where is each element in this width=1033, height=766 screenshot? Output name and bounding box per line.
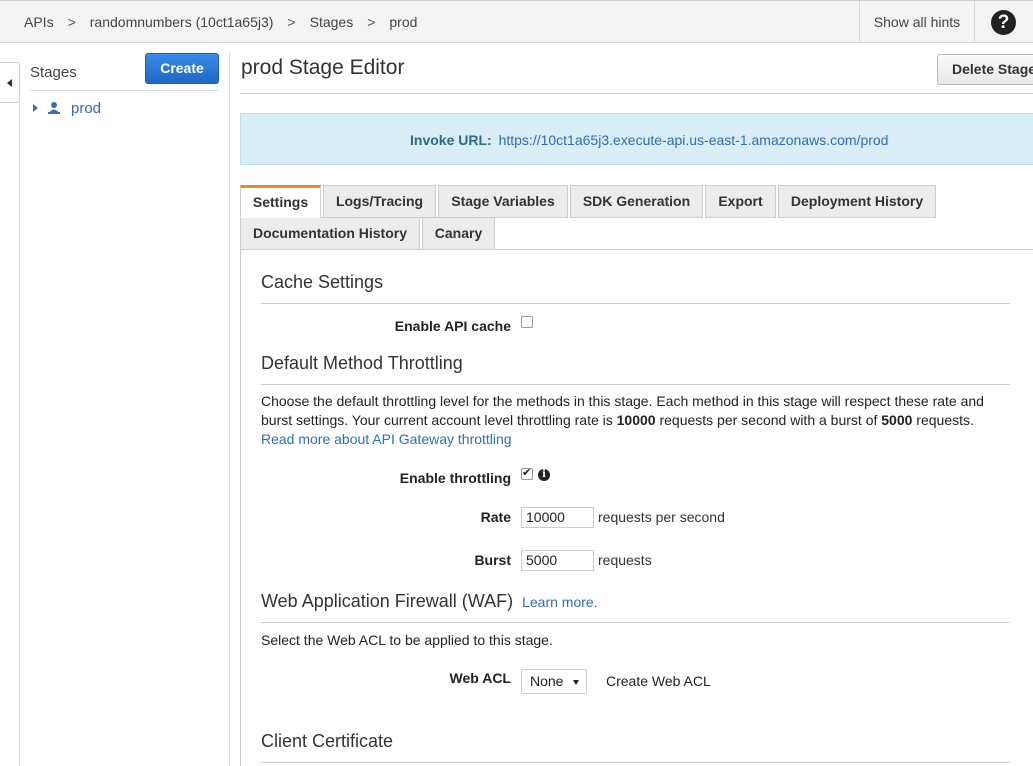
divider: [229, 52, 230, 766]
burst-input[interactable]: 5000: [521, 550, 594, 571]
throttling-desc-text: requests.: [912, 412, 974, 428]
throttling-desc-text: requests per second with a burst of: [655, 412, 882, 428]
divider: [30, 90, 219, 91]
tab-canary[interactable]: Canary: [422, 217, 495, 250]
account-rate-value: 10000: [616, 412, 656, 428]
burst-label: Burst: [474, 552, 511, 568]
collapse-sidebar-button[interactable]: [0, 62, 20, 103]
breadcrumb-separator: >: [67, 14, 76, 30]
throttling-description: Choose the default throttling level for …: [261, 392, 1001, 449]
throttling-read-more-link[interactable]: Read more about API Gateway throttling: [261, 431, 512, 447]
divider: [19, 103, 20, 766]
web-acl-select[interactable]: None: [521, 669, 587, 694]
tab-sdk-generation[interactable]: SDK Generation: [570, 185, 703, 218]
stage-icon: [48, 102, 60, 114]
client-certificate-heading: Client Certificate: [261, 731, 394, 751]
invoke-url-link[interactable]: https://10ct1a65j3.execute-api.us-east-1…: [499, 132, 889, 148]
stages-title: Stages: [30, 64, 77, 81]
enable-api-cache-label: Enable API cache: [394, 318, 511, 334]
waf-learn-more-link[interactable]: Learn more.: [522, 594, 597, 610]
divider: [240, 93, 1033, 94]
enable-api-cache-checkbox[interactable]: [521, 316, 533, 328]
account-burst-value: 5000: [881, 412, 913, 428]
create-web-acl-link[interactable]: Create Web ACL: [606, 673, 711, 689]
page-title: prod Stage Editor: [241, 56, 405, 79]
waf-heading-text: Web Application Firewall (WAF): [261, 591, 514, 611]
tab-stage-variables[interactable]: Stage Variables: [438, 185, 568, 218]
show-all-hints-button[interactable]: Show all hints: [859, 1, 975, 43]
tab-documentation-history[interactable]: Documentation History: [240, 217, 420, 250]
breadcrumb-separator: >: [367, 14, 376, 30]
enable-throttling-label: Enable throttling: [399, 470, 511, 486]
burst-unit: requests: [598, 552, 652, 568]
invoke-url-label: Invoke URL:: [410, 132, 492, 148]
cache-settings-heading: Cache Settings: [261, 272, 384, 292]
rate-unit: requests per second: [598, 509, 725, 525]
divider: [261, 622, 1010, 623]
dropdown-caret-icon: [573, 680, 579, 685]
rate-label: Rate: [480, 509, 511, 525]
throttling-heading: Default Method Throttling: [261, 353, 463, 373]
breadcrumb-apis[interactable]: APIs: [24, 14, 54, 30]
enable-throttling-checkbox[interactable]: [521, 466, 533, 480]
web-acl-value: None: [530, 673, 564, 689]
tab-export[interactable]: Export: [705, 185, 776, 218]
info-icon[interactable]: i: [538, 469, 550, 481]
tab-settings[interactable]: Settings: [240, 185, 321, 218]
breadcrumb-separator: >: [287, 14, 296, 30]
breadcrumb: APIs > randomnumbers (10ct1a65j3) > Stages > p…: [24, 14, 417, 30]
waf-heading: Web Application Firewall (WAF) Learn mor…: [261, 591, 598, 612]
expand-caret-icon[interactable]: [33, 104, 38, 112]
create-stage-button[interactable]: Create: [145, 53, 219, 84]
web-acl-label: Web ACL: [449, 670, 511, 686]
delete-stage-button[interactable]: Delete Stage: [937, 54, 1033, 85]
top-bar: APIs > randomnumbers (10ct1a65j3) > Stages > p…: [0, 0, 1033, 43]
stage-tree-label[interactable]: prod: [71, 100, 101, 117]
divider: [261, 303, 1010, 304]
rate-input[interactable]: 10000: [521, 507, 594, 528]
breadcrumb-current: prod: [389, 14, 418, 30]
tab-deployment-history[interactable]: Deployment History: [778, 185, 936, 218]
invoke-url-banner: Invoke URL: https://10ct1a65j3.execute-a…: [240, 113, 1033, 165]
tab-logs-tracing[interactable]: Logs/Tracing: [323, 185, 436, 218]
waf-description: Select the Web ACL to be applied to this…: [261, 632, 553, 648]
breadcrumb-api[interactable]: randomnumbers (10ct1a65j3): [90, 14, 274, 30]
breadcrumb-stages[interactable]: Stages: [310, 14, 354, 30]
divider: [261, 762, 1010, 763]
help-icon[interactable]: ?: [991, 10, 1016, 35]
divider: [261, 384, 1010, 385]
